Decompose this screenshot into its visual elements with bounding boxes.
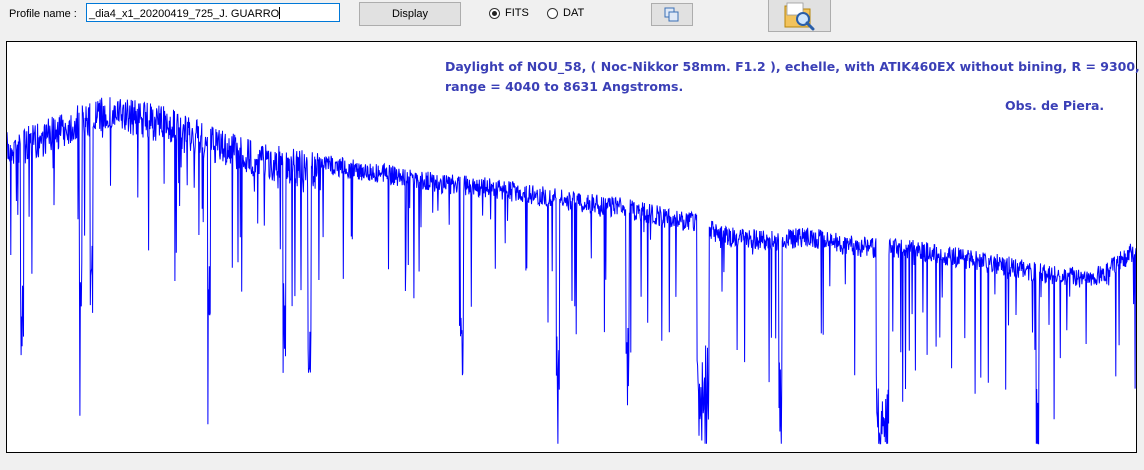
profile-name-input[interactable]: _dia4_x1_20200419_725_J. GUARRO [86,3,340,22]
radio-dat-indicator[interactable] [547,7,558,19]
spectrum-svg [7,97,1136,445]
folder-search-icon [784,2,815,31]
text-caret [279,7,281,19]
copy-icon [664,7,679,22]
plot-annotation-line2: range = 4040 to 8631 Angstroms. [445,79,684,94]
profile-name-value: _dia4_x1_20200419_725_J. GUARRO [89,8,280,20]
profile-name-label: Profile name : [9,8,77,20]
radio-dat-label: DAT [563,7,585,19]
copy-button[interactable] [651,3,693,26]
display-button[interactable]: Display [359,2,461,26]
radio-fits-label: FITS [505,7,529,19]
spectrum-line [7,97,1136,445]
plot-annotation-line1: Daylight of NOU_58, ( Noc-Nikkor 58mm. F… [445,59,1140,74]
radio-dat[interactable]: DAT [547,7,584,19]
spectrum-plot: Daylight of NOU_58, ( Noc-Nikkor 58mm. F… [6,41,1140,453]
toolbar: Profile name : _dia4_x1_20200419_725_J. … [0,0,1144,38]
open-file-button[interactable] [768,0,831,32]
plot-annotation-line3: Obs. de Piera. [1005,98,1105,113]
radio-fits-indicator[interactable] [489,7,500,19]
radio-fits[interactable]: FITS [489,7,529,19]
